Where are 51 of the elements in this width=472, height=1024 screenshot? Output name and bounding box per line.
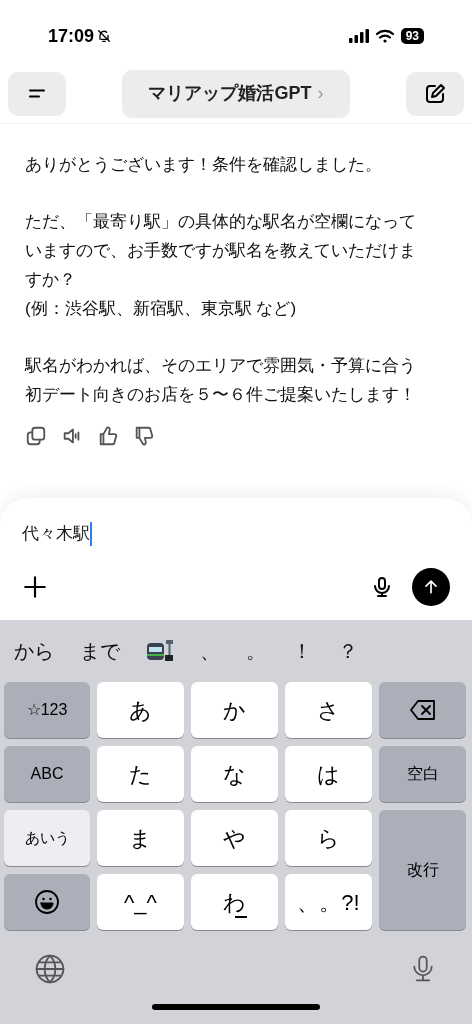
new-chat-button[interactable]: [406, 71, 464, 116]
keyboard-key[interactable]: ABC: [4, 746, 90, 802]
delete-key[interactable]: [379, 682, 466, 738]
keyboard-key[interactable]: ら: [285, 810, 372, 866]
emoji-key[interactable]: [4, 874, 90, 930]
keyboard-key[interactable]: さ: [285, 682, 372, 738]
menu-button[interactable]: [8, 71, 66, 116]
keyboard-key[interactable]: な: [191, 746, 278, 802]
battery-level: 93: [400, 28, 424, 44]
keyboard-key[interactable]: は: [285, 746, 372, 802]
message-text: 駅名がわかれば、そのエリアで雰囲気・予算に合う初デート向きのお店を５〜６件ご提案いたします！: [25, 355, 417, 406]
message-text: (例：渋谷駅、新宿駅、東京駅 など): [25, 298, 298, 320]
train-icon[interactable]: [146, 639, 174, 663]
menu-icon: [29, 89, 45, 98]
suggestion-item[interactable]: から: [14, 636, 54, 666]
keyboard-key[interactable]: ^_^: [97, 874, 184, 930]
return-key[interactable]: 改行: [379, 810, 466, 930]
title-button[interactable]: マリアップ婚活GPT ›: [122, 69, 350, 118]
keyboard-key[interactable]: あいう: [4, 810, 90, 866]
muted-bell-icon: [96, 28, 113, 44]
wifi-icon: [374, 28, 395, 44]
plus-icon: [22, 574, 48, 600]
send-button[interactable]: [412, 568, 450, 606]
message-text: ただ、「最寄り駅」の具体的な駅名が空欄になっていますので、お手数ですが駅名を教えていただけますか？: [25, 211, 417, 291]
text-cursor: [90, 522, 92, 546]
keyboard-key[interactable]: ま: [97, 810, 184, 866]
suggestion-item[interactable]: 。: [246, 636, 266, 666]
keyboard-key[interactable]: ☆123: [4, 682, 90, 738]
backspace-icon: [408, 699, 437, 721]
smiley-icon: [34, 889, 60, 915]
chevron-icon: ›: [317, 80, 324, 107]
clock-time: 17:09: [48, 24, 95, 48]
signal-icon: [348, 29, 369, 43]
keyboard-key[interactable]: あ: [97, 682, 184, 738]
keyboard-key[interactable]: わ: [191, 874, 278, 930]
message-input[interactable]: 代々木駅: [22, 521, 90, 547]
suggestion-item[interactable]: まで: [80, 636, 120, 666]
keyboard-key[interactable]: 、。?!: [285, 874, 372, 930]
thumbs-up-icon: [97, 425, 119, 447]
keyboard-key[interactable]: か: [191, 682, 278, 738]
globe-icon: [34, 953, 66, 985]
thumbs-down-icon: [133, 425, 155, 447]
keyboard-key[interactable]: た: [97, 746, 184, 802]
suggestion-item[interactable]: ？: [338, 636, 358, 666]
suggestion-item[interactable]: 、: [200, 636, 220, 666]
message-text: ありがとうございます！条件を確認しました。: [25, 154, 383, 176]
edit-icon: [423, 81, 447, 106]
keyboard-key[interactable]: 空白: [379, 746, 466, 802]
copy-icon: [25, 425, 47, 447]
keyboard-key[interactable]: や: [191, 810, 278, 866]
suggestion-item[interactable]: ！: [292, 636, 312, 666]
